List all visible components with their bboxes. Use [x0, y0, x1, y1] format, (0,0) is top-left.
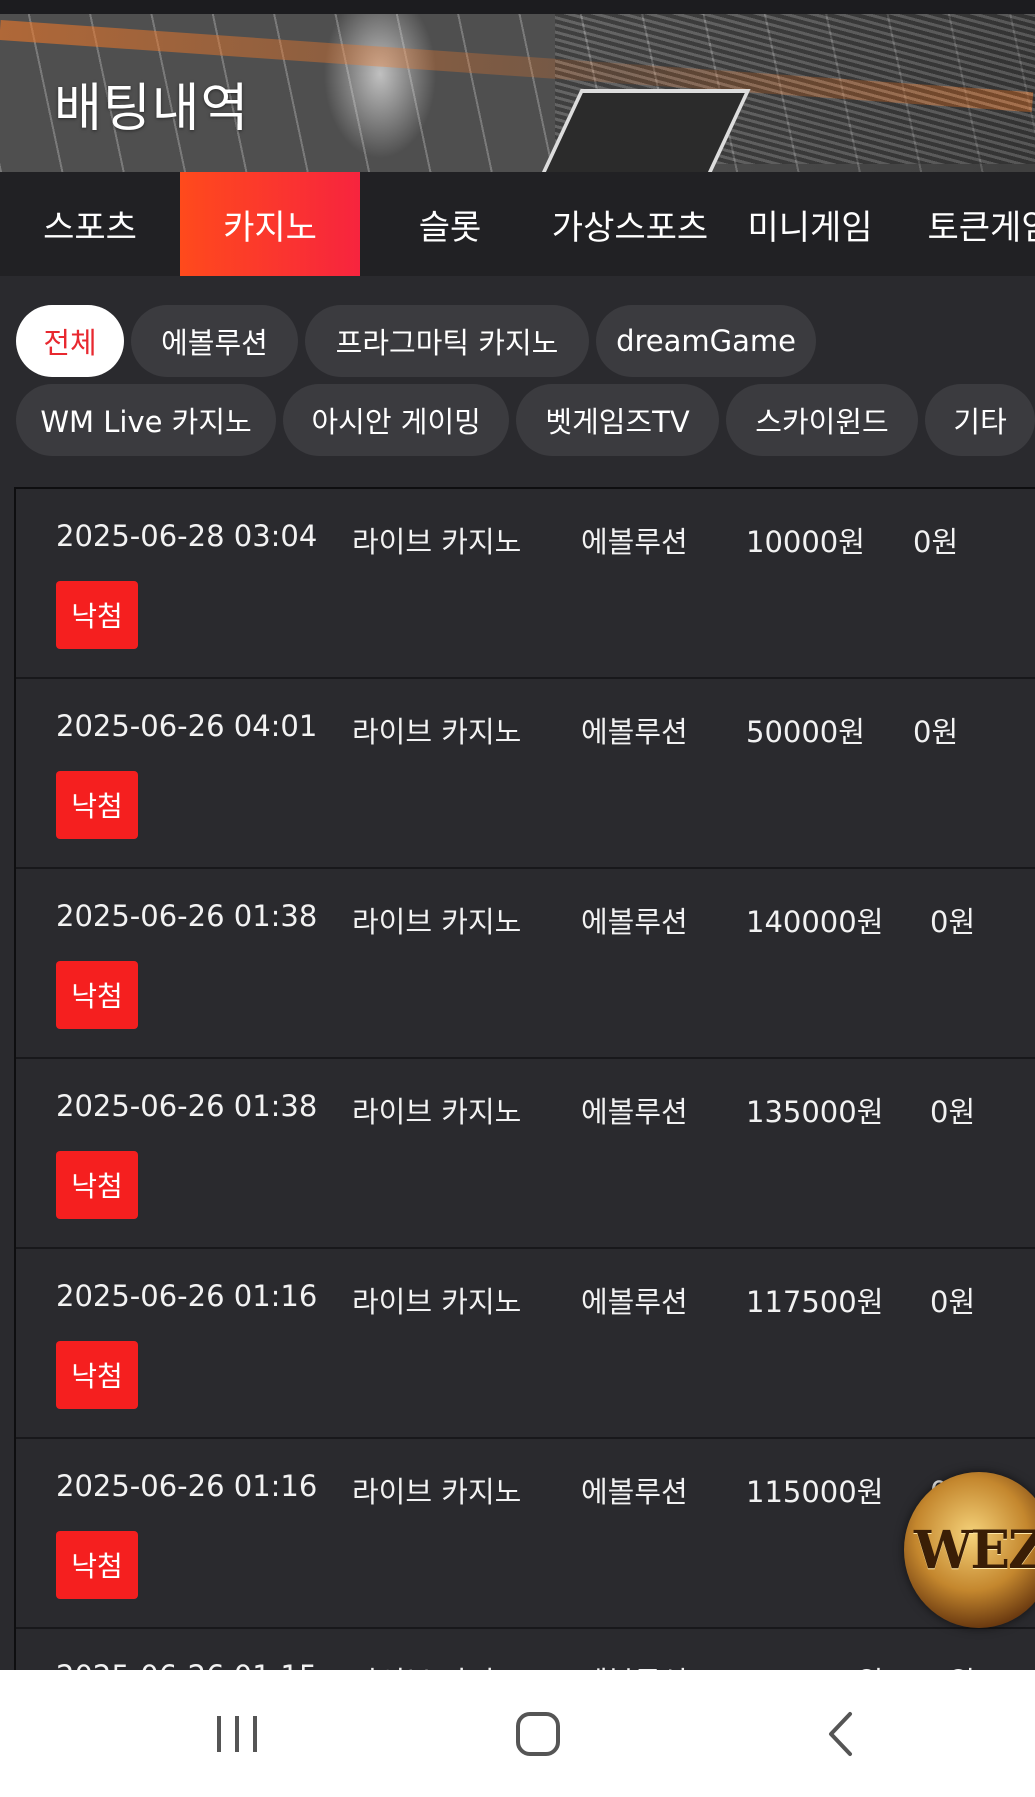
- status-badge: 낙첨: [56, 581, 138, 649]
- bet-amount: 140000원: [746, 905, 884, 939]
- bet-amount: 135000원: [746, 1095, 884, 1129]
- provider-filters: 전체 에볼루션 프라그마틱 카지노 dreamGame WM Live 카지노 …: [16, 305, 1035, 463]
- status-badge: 낙첨: [56, 771, 138, 839]
- win-amount: 0원: [930, 1095, 976, 1129]
- win-amount: 0원: [930, 1659, 975, 1670]
- bet-date: 2025-06-26 01:16: [56, 1279, 318, 1313]
- bet-date: 2025-06-26 01:38: [56, 1089, 318, 1123]
- bet-row[interactable]: 2025-06-26 01:38 라이브 카지노 에볼루션 135000원 0원…: [16, 1059, 1035, 1249]
- bet-provider: 에볼루션: [581, 1475, 688, 1509]
- status-badge: 낙첨: [56, 1341, 138, 1409]
- back-icon: [829, 1711, 852, 1756]
- tab-minigame[interactable]: 미니게임: [720, 172, 900, 276]
- bet-row[interactable]: 2025-06-26 01:38 라이브 카지노 에볼루션 140000원 0원…: [16, 869, 1035, 1059]
- bet-game-type: 라이브 카지노: [352, 715, 522, 749]
- bet-amount: 50000원: [746, 715, 865, 749]
- status-badge: 낙첨: [56, 1531, 138, 1599]
- bet-game-type: 라이브 카지노: [352, 525, 522, 559]
- system-navigation-bar: [0, 1670, 1035, 1797]
- filter-asian-gaming[interactable]: 아시안 게이밍: [283, 384, 510, 456]
- bet-game-type: 라이브 카지노: [352, 1659, 521, 1670]
- filter-pragmatic-casino[interactable]: 프라그마틱 카지노: [305, 305, 589, 377]
- top-status-strip: [0, 0, 1035, 14]
- page-title: 배팅내역: [54, 79, 250, 139]
- bet-row[interactable]: 2025-06-28 03:04 라이브 카지노 에볼루션 10000원 0원 …: [16, 489, 1035, 679]
- tab-slot[interactable]: 슬롯: [360, 172, 540, 276]
- bet-date: 2025-06-26 01:16: [56, 1469, 318, 1503]
- bet-history-list: 2025-06-28 03:04 라이브 카지노 에볼루션 10000원 0원 …: [14, 487, 1035, 1670]
- tab-virtual-sports[interactable]: 가상스포츠: [540, 172, 720, 276]
- bet-game-type: 라이브 카지노: [352, 905, 522, 939]
- home-icon: [516, 1711, 560, 1756]
- bet-provider: 에볼루션: [581, 1659, 688, 1670]
- bet-provider: 에볼루션: [581, 905, 688, 939]
- filter-skywind[interactable]: 스카이윈드: [725, 384, 919, 456]
- bet-game-type: 라이브 카지노: [352, 1095, 522, 1129]
- bet-row[interactable]: 2025-06-26 01:15 라이브 카지노 에볼루션 120000원 0원…: [16, 1629, 1035, 1670]
- tab-sports[interactable]: 스포츠: [0, 172, 180, 276]
- filter-wm-live-casino[interactable]: WM Live 카지노: [16, 384, 276, 456]
- logo-text: WEZ: [914, 1519, 1035, 1581]
- win-amount: 0원: [930, 1285, 976, 1319]
- bet-date: 2025-06-26 01:15: [56, 1659, 317, 1670]
- bet-game-type: 라이브 카지노: [352, 1285, 522, 1319]
- filter-dreamgame[interactable]: dreamGame: [596, 305, 816, 377]
- bet-amount: 115000원: [746, 1475, 884, 1509]
- status-badge: 낙첨: [56, 1151, 138, 1219]
- bet-provider: 에볼루션: [581, 715, 688, 749]
- bet-provider: 에볼루션: [581, 1285, 688, 1319]
- bet-row[interactable]: 2025-06-26 01:16 라이브 카지노 에볼루션 115000원 0원…: [16, 1439, 1035, 1629]
- recent-apps-icon: [217, 1715, 257, 1752]
- win-amount: 0원: [913, 715, 959, 749]
- bet-provider: 에볼루션: [581, 1095, 688, 1129]
- filter-evolution[interactable]: 에볼루션: [131, 305, 298, 377]
- category-tabs: 스포츠 카지노 슬롯 가상스포츠 미니게임 토큰게임: [0, 172, 1035, 276]
- header-banner: 배팅내역: [0, 14, 1035, 172]
- tab-casino[interactable]: 카지노: [180, 172, 360, 276]
- filter-row-2: WM Live 카지노 아시안 게이밍 벳게임즈TV 스카이윈드 기타: [16, 384, 1035, 456]
- bet-amount: 120000원: [746, 1659, 883, 1670]
- bet-date: 2025-06-26 01:38: [56, 899, 318, 933]
- tab-token-game[interactable]: 토큰게임: [900, 172, 1035, 276]
- win-amount: 0원: [913, 525, 959, 559]
- bet-game-type: 라이브 카지노: [352, 1475, 522, 1509]
- bet-row[interactable]: 2025-06-26 01:16 라이브 카지노 에볼루션 117500원 0원…: [16, 1249, 1035, 1439]
- filter-row-1: 전체 에볼루션 프라그마틱 카지노 dreamGame: [16, 305, 1035, 377]
- back-button[interactable]: [781, 1670, 901, 1797]
- bet-date: 2025-06-28 03:04: [56, 519, 318, 553]
- bet-amount: 10000원: [746, 525, 865, 559]
- filter-betgames-tv[interactable]: 벳게임즈TV: [516, 384, 719, 456]
- status-badge: 낙첨: [56, 961, 138, 1029]
- recent-apps-button[interactable]: [177, 1670, 297, 1797]
- filter-etc[interactable]: 기타: [925, 384, 1035, 456]
- filter-all[interactable]: 전체: [16, 305, 124, 377]
- bet-provider: 에볼루션: [581, 525, 688, 559]
- bet-row[interactable]: 2025-06-26 04:01 라이브 카지노 에볼루션 50000원 0원 …: [16, 679, 1035, 869]
- win-amount: 0원: [930, 905, 976, 939]
- home-button[interactable]: [478, 1670, 598, 1797]
- bet-amount: 117500원: [746, 1285, 884, 1319]
- bet-date: 2025-06-26 04:01: [56, 709, 318, 743]
